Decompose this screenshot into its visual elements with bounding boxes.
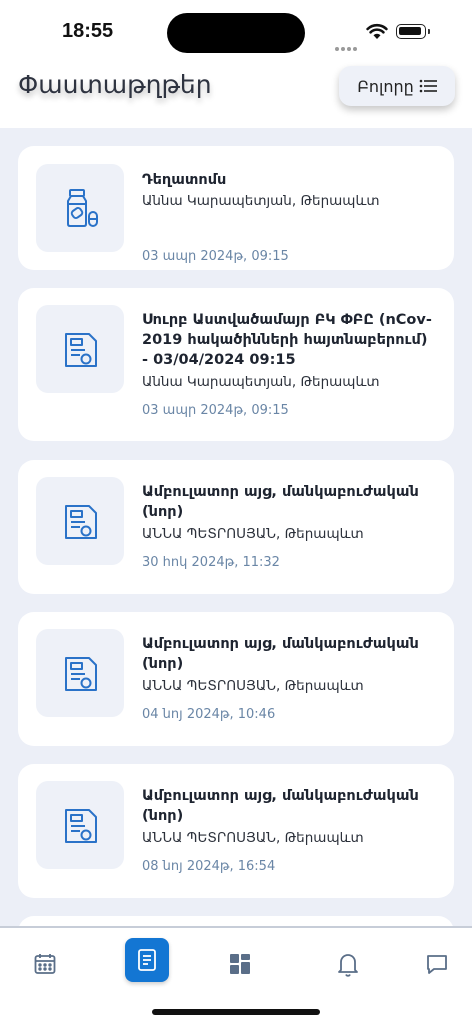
document-icon (138, 949, 156, 971)
tab-calendar[interactable] (23, 942, 67, 986)
battery-icon (396, 24, 426, 39)
document-title: Սուրբ Աստվածամայր ԲԿ ՓԲԸ (nCov-2019 հակա… (142, 312, 432, 368)
document-list: Դեղատոմս Աննա Կարապետյան, Թերապևտ 03 ապր… (0, 128, 472, 928)
medical-document-icon (65, 333, 97, 367)
document-doctor: ԱՆՆԱ ՊԵՏՐՈՍՅԱՆ, Թերապևտ (142, 830, 364, 846)
wifi-icon (366, 23, 388, 39)
document-icon-box (36, 164, 124, 252)
document-icon-box (36, 477, 124, 565)
cellular-signal-icon (335, 36, 359, 55)
filter-button[interactable]: Բոլորը (339, 66, 455, 106)
chat-icon (427, 955, 447, 974)
page-title: Փաստաթղթեր (18, 70, 212, 99)
calendar-icon (34, 954, 56, 974)
document-doctor: Աննա Կարապետյան, Թերապևտ (142, 374, 380, 390)
medical-document-icon (65, 657, 97, 691)
document-card[interactable]: Դեղատոմս Աննա Կարապետյան, Թերապևտ 03 ապր… (18, 146, 454, 270)
header: Փաստաթղթեր Բոլորը (0, 62, 472, 128)
document-icon-box (36, 781, 124, 869)
document-date: 30 հոկ 2024թ, 11:32 (142, 555, 280, 570)
tab-notifications[interactable] (326, 942, 370, 986)
home-indicator (152, 1009, 320, 1015)
medical-document-icon (65, 505, 97, 539)
document-title: Ամբուլատոր այց, մանկաբուժական (նոր) (142, 484, 419, 520)
list-icon (419, 79, 437, 93)
status-time: 18:55 (62, 20, 114, 42)
tab-messages[interactable] (415, 942, 459, 986)
dashboard-icon (230, 954, 250, 974)
document-icon-box (36, 305, 124, 393)
document-title: Ամբուլատոր այց, մանկաբուժական (նոր) (142, 788, 419, 824)
medicine-bottle-icon (67, 189, 98, 227)
document-card[interactable]: Սուրբ Աստվածամայր ԲԿ ՓԲԸ (nCov-2019 հակա… (18, 288, 454, 441)
status-bar: 18:55 (0, 0, 472, 62)
document-doctor: ԱՆՆԱ ՊԵՏՐՈՍՅԱՆ, Թերապևտ (142, 678, 364, 694)
document-date: 04 նոյ 2024թ, 10:46 (142, 707, 276, 722)
tab-dashboard[interactable] (218, 942, 262, 986)
document-doctor: Աննա Կարապետյան, Թերապևտ (142, 193, 380, 209)
document-card[interactable]: Ամբուլատոր այց, մանկաբուժական (նոր) ԱՆՆԱ… (18, 612, 454, 746)
document-title: Ամբուլատոր այց, մանկաբուժական (նոր) (142, 636, 419, 672)
document-card[interactable]: Ամբուլատոր այց, մանկաբուժական (նոր) ԱՆՆԱ… (18, 764, 454, 898)
tab-documents[interactable] (125, 938, 169, 982)
filter-label: Բոլորը (357, 76, 414, 96)
document-doctor: ԱՆՆԱ ՊԵՏՐՈՍՅԱՆ, Թերապևտ (142, 526, 364, 542)
document-date: 08 նոյ 2024թ, 16:54 (142, 859, 276, 874)
document-title: Դեղատոմս (142, 172, 227, 188)
document-date: 03 ապր 2024թ, 09:15 (142, 249, 289, 264)
bell-icon (338, 954, 358, 977)
dynamic-island (167, 13, 305, 53)
document-icon-box (36, 629, 124, 717)
medical-document-icon (65, 809, 97, 843)
document-card[interactable]: Ամբուլատոր այց, մանկաբուժական (նոր) ԱՆՆԱ… (18, 460, 454, 594)
document-date: 03 ապր 2024թ, 09:15 (142, 403, 289, 418)
